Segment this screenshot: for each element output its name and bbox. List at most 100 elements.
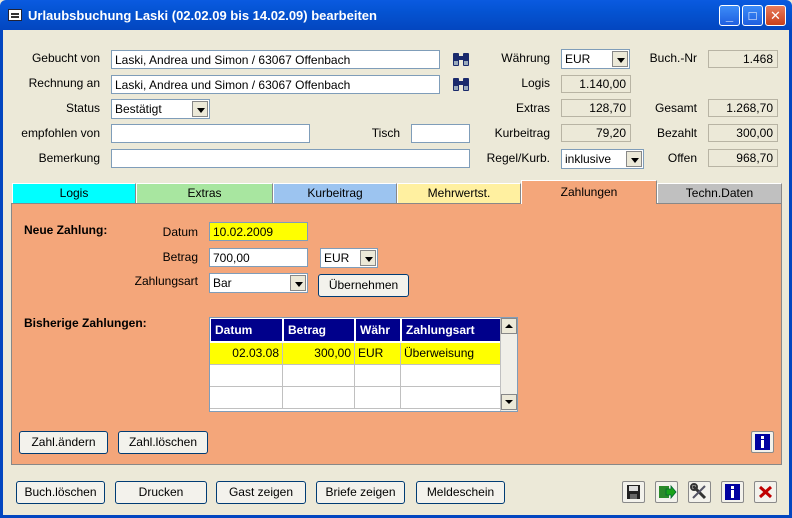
drucken-button[interactable]: Drucken <box>115 481 207 504</box>
buch-loeschen-button[interactable]: Buch.löschen <box>16 481 105 504</box>
regel-value: inklusive <box>565 152 612 166</box>
status-value: Bestätigt <box>115 102 162 116</box>
tab-techn-daten[interactable]: Techn.Daten <box>657 183 782 203</box>
table-cell[interactable]: Überweisung <box>401 343 501 365</box>
extras-value: 128,70 <box>561 99 631 117</box>
column-header-betrag[interactable]: Betrag <box>283 318 355 342</box>
rechnung-an-label: Rechnung an <box>28 76 100 90</box>
tab-label: Zahlungen <box>560 185 618 199</box>
table-cell[interactable] <box>401 387 501 409</box>
table-cell[interactable] <box>210 387 283 409</box>
maximize-button[interactable]: □ <box>742 5 763 26</box>
payment-currency-value: EUR <box>324 251 350 265</box>
tisch-label: Tisch <box>371 126 400 140</box>
kurbeitrag-value: 79,20 <box>561 124 631 142</box>
status-label: Status <box>65 101 100 115</box>
chevron-down-icon[interactable] <box>290 275 306 291</box>
meldeschein-button[interactable]: Meldeschein <box>416 481 505 504</box>
table-cell[interactable]: EUR <box>355 343 401 365</box>
tab-mehrwertst[interactable]: Mehrwertst. <box>397 183 521 203</box>
table-cell[interactable] <box>401 365 501 387</box>
gebucht-von-label: Gebucht von <box>31 51 100 65</box>
chevron-down-icon[interactable] <box>360 250 376 266</box>
table-cell[interactable] <box>283 365 355 387</box>
bemerkung-label: Bemerkung <box>38 151 100 165</box>
datum-field[interactable]: 10.02.2009 <box>209 222 308 241</box>
tools-icon[interactable] <box>688 481 711 503</box>
extras-label: Extras <box>515 101 550 115</box>
tisch-field[interactable] <box>411 124 470 143</box>
empfohlen-von-field[interactable] <box>111 124 310 143</box>
bemerkung-field[interactable] <box>111 149 470 168</box>
tab-zahlungen[interactable]: Zahlungen <box>521 180 657 204</box>
offen-value: 968,70 <box>708 149 778 167</box>
column-header-zahlungsart[interactable]: Zahlungsart <box>401 318 501 342</box>
waehrung-label: Währung <box>501 51 550 65</box>
bisherige-zahlungen-heading: Bisherige Zahlungen: <box>24 316 147 330</box>
buchnr-value: 1.468 <box>708 50 778 68</box>
betrag-field[interactable]: 700,00 <box>209 248 308 267</box>
table-cell[interactable] <box>283 387 355 409</box>
binoculars-icon[interactable] <box>451 50 471 68</box>
uebernehmen-button[interactable]: Übernehmen <box>318 274 409 297</box>
close-window-button[interactable]: ✕ <box>765 5 786 26</box>
arrow-down-icon <box>505 400 513 404</box>
rechnung-an-field[interactable]: Laski, Andrea und Simon / 63067 Offenbac… <box>111 75 440 94</box>
zahlungsart-select[interactable]: Bar <box>209 273 308 293</box>
waehrung-value: EUR <box>565 52 591 66</box>
buchnr-label: Buch.-Nr <box>649 51 697 65</box>
briefe-zeigen-button[interactable]: Briefe zeigen <box>316 481 405 504</box>
bezahlt-value: 300,00 <box>708 124 778 142</box>
table-cell[interactable] <box>210 365 283 387</box>
window-title: Urlaubsbuchung Laski (02.02.09 bis 14.02… <box>28 8 377 23</box>
table-cell[interactable] <box>355 365 401 387</box>
offen-label: Offen <box>667 151 697 165</box>
zahlungsart-label: Zahlungsart <box>134 274 198 288</box>
export-icon[interactable] <box>655 481 678 503</box>
waehrung-select[interactable]: EUR <box>561 49 630 69</box>
gebucht-von-field[interactable]: Laski, Andrea und Simon / 63067 Offenbac… <box>111 50 440 69</box>
binoculars-icon[interactable] <box>451 75 471 93</box>
gesamt-label: Gesamt <box>654 101 697 115</box>
info-icon[interactable] <box>751 431 774 453</box>
table-cell[interactable]: 300,00 <box>283 343 355 365</box>
scroll-up-icon[interactable] <box>501 318 517 334</box>
info-icon[interactable] <box>721 481 744 503</box>
gast-zeigen-button[interactable]: Gast zeigen <box>216 481 306 504</box>
tab-extras[interactable]: Extras <box>136 183 273 203</box>
column-header-datum[interactable]: Datum <box>210 318 283 342</box>
save-icon[interactable] <box>622 481 645 503</box>
table-cell[interactable] <box>355 387 401 409</box>
regel-label: Regel/Kurb. <box>486 151 550 165</box>
app-icon[interactable] <box>8 9 22 21</box>
tab-label: Logis <box>59 186 89 200</box>
tab-label: Techn.Daten <box>685 186 754 200</box>
payments-grid[interactable]: Datum Betrag Währ Zahlungsart 02.03.08 3… <box>209 317 518 412</box>
minimize-button[interactable]: _ <box>719 5 740 26</box>
vertical-scrollbar[interactable] <box>500 318 517 411</box>
column-header-waehr[interactable]: Währ <box>355 318 401 342</box>
zahl-loeschen-button[interactable]: Zahl.löschen <box>118 431 208 454</box>
zahlungsart-value: Bar <box>213 276 232 290</box>
status-select[interactable]: Bestätigt <box>111 99 210 119</box>
tab-kurbeitrag[interactable]: Kurbeitrag <box>273 183 397 203</box>
logis-value: 1.140,00 <box>561 75 631 93</box>
betrag-label: Betrag <box>162 250 198 264</box>
bezahlt-label: Bezahlt <box>656 126 697 140</box>
payment-currency-select[interactable]: EUR <box>320 248 378 268</box>
tab-logis[interactable]: Logis <box>12 183 136 203</box>
zahl-aendern-button[interactable]: Zahl.ändern <box>19 431 108 454</box>
scroll-down-icon[interactable] <box>501 394 517 410</box>
neue-zahlung-heading: Neue Zahlung: <box>24 223 108 237</box>
close-x-icon[interactable] <box>754 481 777 503</box>
table-cell[interactable]: 02.03.08 <box>210 343 283 365</box>
tab-label: Extras <box>187 186 222 200</box>
chevron-down-icon[interactable] <box>192 101 208 117</box>
chevron-down-icon[interactable] <box>612 51 628 67</box>
empfohlen-von-label: empfohlen von <box>21 126 100 140</box>
logis-label: Logis <box>521 76 550 90</box>
tab-label: Kurbeitrag <box>307 186 363 200</box>
arrow-up-icon <box>505 324 513 328</box>
kurbeitrag-label: Kurbeitrag <box>494 126 550 140</box>
tab-label: Mehrwertst. <box>427 186 491 200</box>
